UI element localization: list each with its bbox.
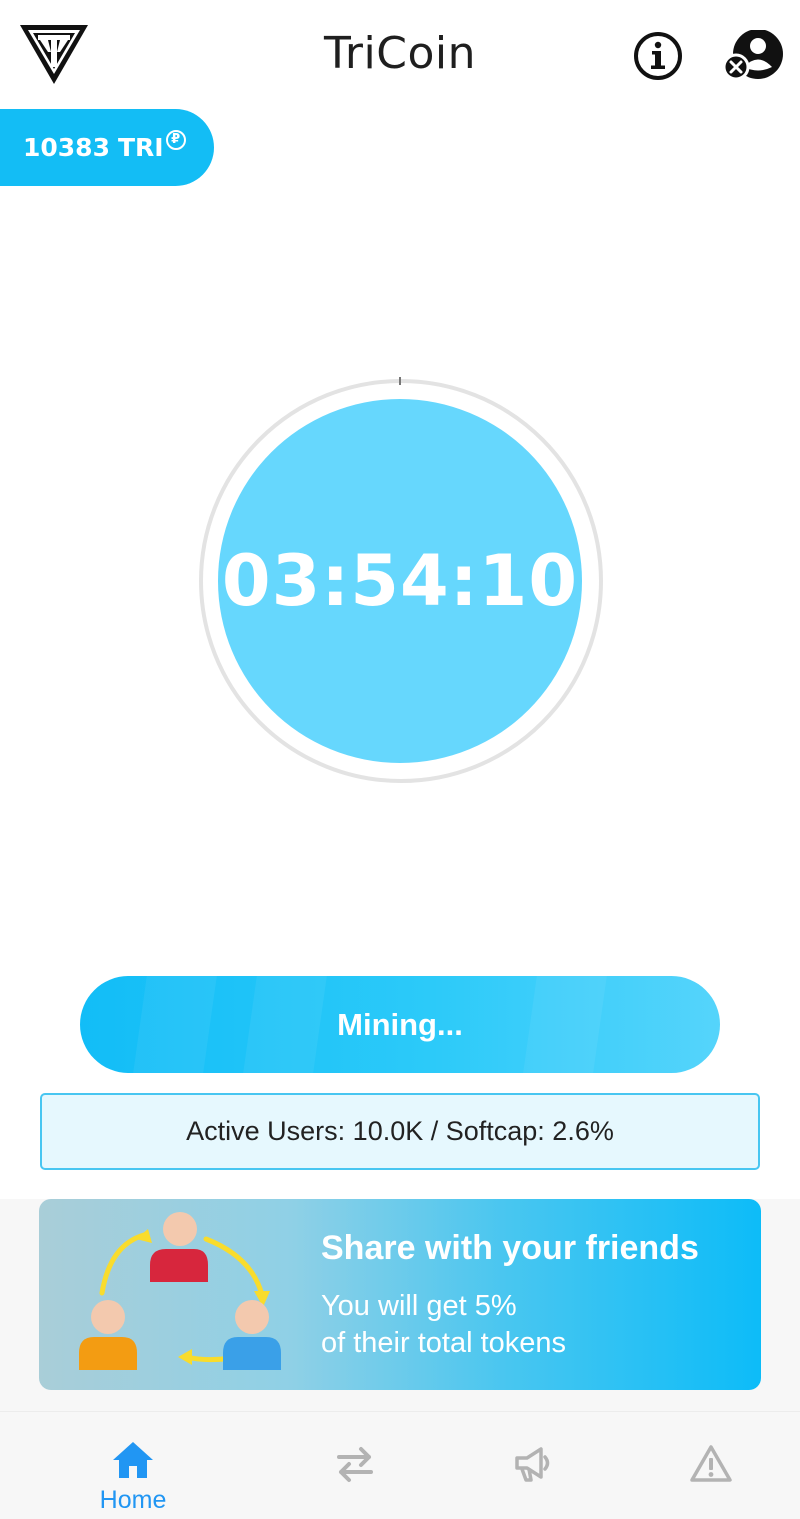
mining-timer: 03:54:10 bbox=[218, 399, 582, 763]
account-disconnected-icon bbox=[722, 29, 783, 81]
nav-home-label: Home bbox=[99, 1486, 167, 1514]
info-button[interactable] bbox=[632, 30, 684, 82]
button-stripe bbox=[131, 976, 219, 1073]
nav-warnings[interactable] bbox=[631, 1412, 791, 1519]
bottom-navigation: Home bbox=[0, 1411, 800, 1519]
balance-unit: TRI bbox=[117, 133, 164, 162]
share-description-line2: of their total tokens bbox=[321, 1327, 567, 1359]
stats-text: Active Users: 10.0K / Softcap: 2.6% bbox=[186, 1116, 614, 1146]
mining-button[interactable]: Mining... bbox=[80, 976, 720, 1073]
referral-illustration-icon bbox=[74, 1209, 289, 1379]
transfer-icon bbox=[337, 1447, 373, 1482]
button-stripe bbox=[241, 976, 329, 1073]
balance-amount: 10383 bbox=[23, 133, 110, 162]
stats-box: Active Users: 10.0K / Softcap: 2.6% bbox=[40, 1093, 760, 1170]
share-description-line1: You will get 5% bbox=[321, 1290, 517, 1322]
app-header: TriCoin bbox=[0, 0, 800, 105]
share-banner[interactable]: Share with your friends You will get 5% … bbox=[39, 1199, 761, 1390]
nav-transfer[interactable] bbox=[275, 1412, 435, 1519]
button-stripe bbox=[521, 976, 609, 1073]
account-button[interactable] bbox=[722, 29, 784, 82]
warning-icon bbox=[690, 1445, 732, 1482]
timer-value: 03:54:10 bbox=[221, 540, 579, 622]
info-icon bbox=[634, 32, 682, 80]
balance-pill: 10383 TRI ₽ bbox=[0, 109, 214, 186]
tricoin-home-screen: TriCoin 10383 TRI ₽ 03:54:10 Mining... A… bbox=[0, 0, 800, 1519]
mining-button-label: Mining... bbox=[337, 1006, 463, 1042]
nav-home[interactable]: Home bbox=[53, 1412, 213, 1519]
home-icon bbox=[113, 1442, 153, 1478]
share-title: Share with your friends bbox=[321, 1229, 699, 1267]
megaphone-icon bbox=[515, 1447, 550, 1482]
nav-announcements[interactable] bbox=[453, 1412, 613, 1519]
timer-progress-tick bbox=[399, 377, 401, 385]
coin-symbol-icon: ₽ bbox=[165, 129, 186, 150]
